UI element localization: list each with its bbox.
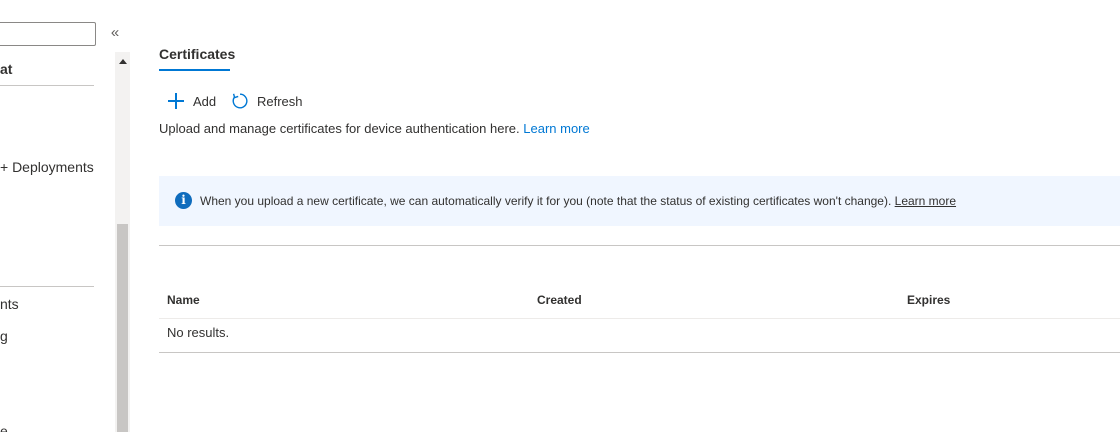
banner-learn-more-link[interactable]: Learn more (895, 194, 956, 208)
add-label: Add (193, 93, 217, 109)
table-empty-message: No results. (167, 325, 230, 340)
main-content: Certificates Add Refresh Upload and mana… (159, 0, 1120, 432)
scroll-thumb[interactable] (117, 224, 128, 432)
nav-search-input[interactable] (0, 22, 96, 46)
learn-more-link[interactable]: Learn more (523, 121, 589, 136)
plus-icon (167, 92, 185, 110)
nav-item-deployments[interactable]: + Deployments (0, 159, 94, 175)
info-icon: i (175, 192, 192, 209)
nav-scrollbar[interactable] (115, 52, 130, 432)
column-header-expires[interactable]: Expires (907, 293, 950, 307)
tab-certificates[interactable]: Certificates (159, 46, 235, 62)
left-nav: « at + Deployments nts g e (0, 0, 130, 432)
column-header-created[interactable]: Created (537, 293, 582, 307)
scroll-up-arrow-icon[interactable] (115, 52, 130, 70)
table-header-divider (159, 318, 1120, 319)
refresh-label: Refresh (257, 93, 303, 109)
banner-text: When you upload a new certificate, we ca… (200, 194, 956, 208)
column-header-name[interactable]: Name (167, 293, 200, 307)
section-divider (159, 245, 1120, 246)
tab-active-indicator (159, 69, 230, 71)
add-button[interactable]: Add (167, 92, 216, 110)
banner-message: When you upload a new certificate, we ca… (200, 194, 892, 208)
nav-item-group-header[interactable]: at (0, 61, 12, 77)
nav-item[interactable]: e (0, 423, 8, 432)
description-text: Upload and manage certificates for devic… (159, 121, 520, 136)
info-banner: i When you upload a new certificate, we … (159, 176, 1120, 226)
collapse-nav-button[interactable]: « (107, 24, 123, 42)
page-description: Upload and manage certificates for devic… (159, 121, 590, 136)
refresh-icon (231, 92, 249, 110)
nav-divider (0, 85, 94, 86)
nav-item[interactable]: nts (0, 296, 19, 312)
table-bottom-divider (159, 352, 1120, 353)
nav-divider (0, 286, 94, 287)
nav-item[interactable]: g (0, 328, 8, 344)
refresh-button[interactable]: Refresh (231, 92, 303, 110)
